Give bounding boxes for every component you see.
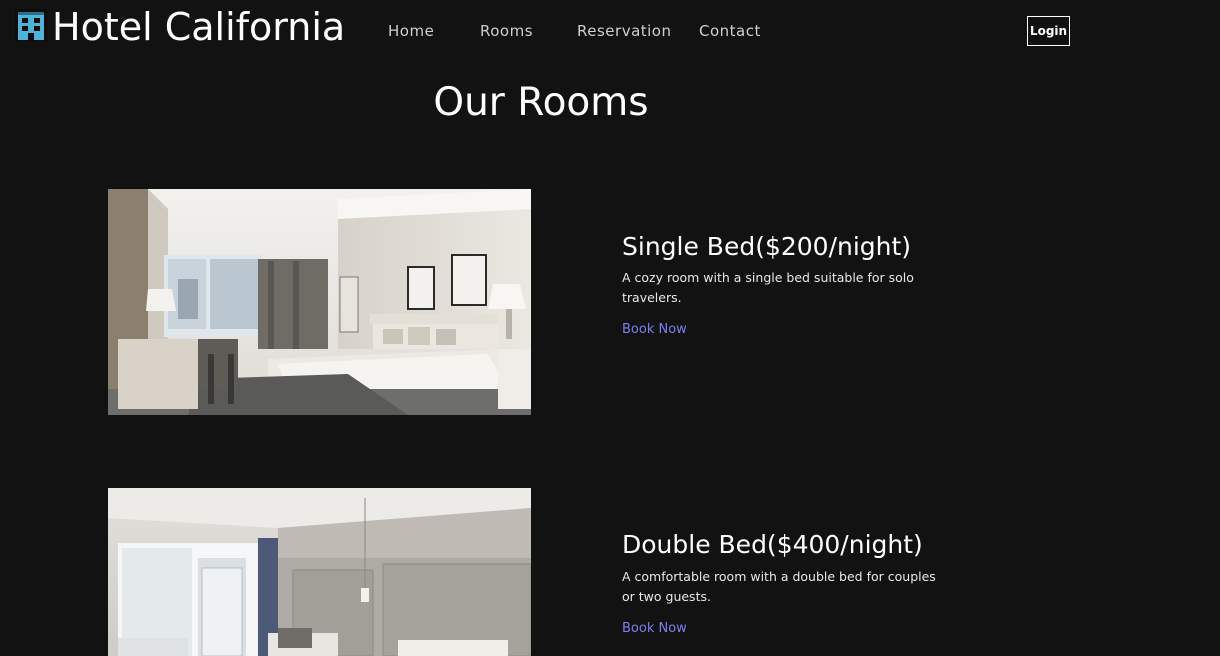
- brand-title[interactable]: Hotel California: [52, 4, 345, 50]
- page-title: Our Rooms: [433, 80, 649, 125]
- nav-contact[interactable]: Contact: [699, 21, 761, 41]
- room-name-single: Single Bed($200/night): [622, 232, 912, 261]
- hotel-building-icon[interactable]: [15, 9, 47, 41]
- top-navbar: Hotel California Home Rooms Reservation …: [0, 0, 1220, 62]
- login-button[interactable]: Login: [1027, 16, 1070, 46]
- double-room-image: [108, 488, 531, 656]
- single-room-image: [108, 189, 531, 415]
- book-now-single-link[interactable]: Book Now: [622, 321, 687, 339]
- room-description-single: A cozy room with a single bed suitable f…: [622, 270, 914, 305]
- room-name-double: Double Bed($400/night): [622, 530, 923, 559]
- double-room-photo: [108, 488, 531, 656]
- nav-rooms[interactable]: Rooms: [480, 21, 533, 41]
- nav-home[interactable]: Home: [388, 21, 434, 41]
- nav-reservation[interactable]: Reservation: [577, 21, 672, 41]
- room-description-double: A comfortable room with a double bed for…: [622, 569, 936, 604]
- single-room-photo: [108, 189, 531, 415]
- book-now-double-link[interactable]: Book Now: [622, 620, 687, 638]
